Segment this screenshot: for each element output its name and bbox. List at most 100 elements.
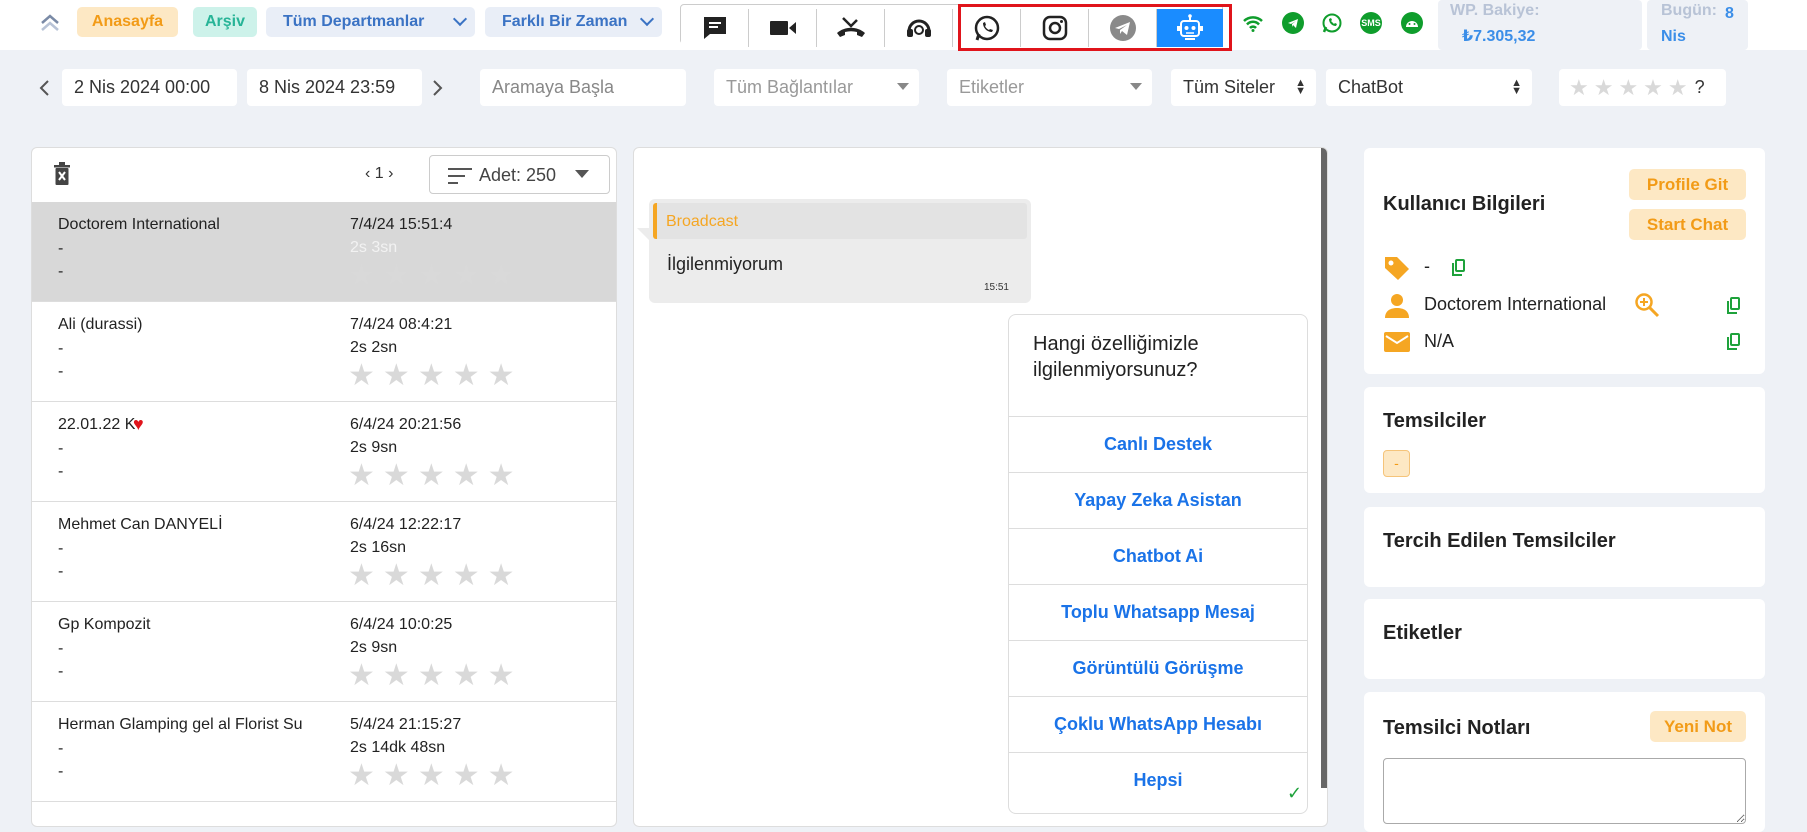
representative-badge: - <box>1383 450 1410 477</box>
star-icon[interactable]: ★ <box>383 561 410 591</box>
bot-option-button[interactable]: Çoklu WhatsApp Hesabı <box>1009 696 1307 752</box>
contact-detail: - <box>58 663 64 680</box>
whatsapp-status-icon <box>1321 12 1343 34</box>
delete-icon[interactable] <box>52 162 72 186</box>
conversation-time: 7/4/24 15:51:4 <box>350 216 453 233</box>
rating-stars[interactable]: ★ ★ ★ ★ ★ <box>348 761 515 791</box>
star-icon[interactable]: ★ <box>453 561 480 591</box>
star-icon[interactable]: ★ <box>418 361 445 391</box>
star-icon[interactable]: ★ <box>488 661 515 691</box>
call-channel-button[interactable] <box>817 9 885 47</box>
zoom-in-icon[interactable] <box>1634 292 1660 318</box>
rating-stars[interactable]: ★ ★ ★ ★ ★ <box>348 661 515 691</box>
preferred-reps-card: Tercih Edilen Temsilciler <box>1364 507 1765 587</box>
message-text: İlgilenmiyorum <box>667 254 784 274</box>
bot-option-button[interactable]: Hepsi <box>1009 752 1307 808</box>
star-icon[interactable]: ★ <box>453 661 480 691</box>
star-icon[interactable]: ★ <box>383 661 410 691</box>
video-channel-button[interactable] <box>749 9 817 47</box>
star-icon[interactable]: ★ <box>348 561 375 591</box>
rating-stars[interactable]: ★★★★★ <box>1569 75 1693 101</box>
profile-button[interactable]: Profile Git <box>1629 169 1746 200</box>
rating-stars[interactable]: ★ ★ ★ ★ ★ <box>348 361 515 391</box>
star-icon[interactable]: ★ <box>348 261 375 291</box>
star-icon[interactable]: ★ <box>488 461 515 491</box>
pagination[interactable]: ‹ 1 › <box>365 165 393 183</box>
tags-dropdown[interactable]: Etiketler <box>947 69 1152 106</box>
next-date-arrow-icon[interactable] <box>432 79 444 97</box>
star-icon[interactable]: ★ <box>418 461 445 491</box>
support-channel-button[interactable] <box>885 9 953 47</box>
home-button[interactable]: Anasayfa <box>77 7 178 37</box>
department-label: Tüm Departmanlar <box>283 13 425 30</box>
bot-select[interactable]: ChatBot ▲ ▼ <box>1326 69 1532 106</box>
list-item[interactable]: 22.01.22 K ♥ - - 6/4/24 20:21:56 2s 9sn ★ ★ ★ ★ ★ <box>32 402 616 502</box>
star-icon[interactable]: ★ <box>418 661 445 691</box>
connections-dropdown[interactable]: Tüm Bağlantılar <box>714 69 919 106</box>
star-icon[interactable]: ★ <box>383 261 410 291</box>
bot-option-button[interactable]: Toplu Whatsapp Mesaj <box>1009 584 1307 640</box>
star-icon[interactable]: ★ <box>453 261 480 291</box>
search-input[interactable]: Aramaya Başla <box>480 69 686 106</box>
bot-option-button[interactable]: Görüntülü Görüşme <box>1009 640 1307 696</box>
list-item[interactable]: Herman Glamping gel al Florist Su - - 5/4/2… <box>32 702 616 802</box>
star-icon[interactable]: ★ <box>348 361 375 391</box>
rating-stars[interactable]: ★ ★ ★ ★ ★ <box>348 561 515 591</box>
next-page-icon[interactable]: › <box>384 165 393 182</box>
prev-date-arrow-icon[interactable] <box>38 79 50 96</box>
time-range-dropdown[interactable]: Farklı Bir Zaman <box>485 7 662 37</box>
star-icon[interactable]: ★ <box>418 761 445 791</box>
star-icon[interactable]: ★ <box>383 461 410 491</box>
bot-label: ChatBot <box>1338 77 1404 97</box>
list-item[interactable]: Ali (durassi) - - 7/4/24 08:4:21 2s 2sn ★ ★ ★ ★ ★ <box>32 302 616 402</box>
start-date-input[interactable]: 2 Nis 2024 00:00 <box>62 69 237 106</box>
star-icon[interactable]: ★ <box>418 561 445 591</box>
bot-option-button[interactable]: Yapay Zeka Asistan <box>1009 472 1307 528</box>
contact-detail: - <box>58 763 64 780</box>
count-label: Adet: 250 <box>479 165 557 185</box>
bot-option-button[interactable]: Canlı Destek <box>1009 416 1307 472</box>
message-time: 15:51 <box>983 282 1009 293</box>
star-icon[interactable]: ★ <box>488 361 515 391</box>
department-dropdown[interactable]: Tüm Departmanlar <box>266 7 475 37</box>
count-dropdown[interactable]: Adet: 250 <box>429 155 610 194</box>
email-value: N/A <box>1424 331 1455 351</box>
new-note-button[interactable]: Yeni Not <box>1650 711 1746 742</box>
star-icon[interactable]: ★ <box>418 261 445 291</box>
copy-icon[interactable] <box>1727 297 1740 314</box>
bot-option-button[interactable]: Chatbot Ai <box>1009 528 1307 584</box>
copy-icon[interactable] <box>1727 333 1740 350</box>
copy-icon[interactable] <box>1452 259 1465 276</box>
star-icon[interactable]: ★ <box>348 761 375 791</box>
chat-scrollbar[interactable] <box>1321 148 1327 788</box>
star-icon[interactable]: ★ <box>348 461 375 491</box>
end-date-input[interactable]: 8 Nis 2024 23:59 <box>247 69 422 106</box>
star-icon[interactable]: ★ <box>348 661 375 691</box>
prev-page-icon[interactable]: ‹ <box>365 165 375 182</box>
note-textarea[interactable] <box>1383 758 1746 824</box>
collapse-chevron-icon[interactable] <box>38 12 62 34</box>
star-icon[interactable]: ★ <box>488 761 515 791</box>
list-item[interactable]: Gp Kompozit - - 6/4/24 10:0:25 2s 9sn ★ ★ ★ ★ ★ <box>32 602 616 702</box>
list-item[interactable]: Mehmet Can DANYELİ - - 6/4/24 12:22:17 2s 16… <box>32 502 616 602</box>
today-value: 8 Nis <box>1661 5 1734 45</box>
star-icon[interactable]: ★ <box>488 261 515 291</box>
star-icon[interactable]: ★ <box>383 761 410 791</box>
conversation-duration: 2s 9sn <box>350 639 398 656</box>
list-item[interactable]: Doctorem International - - 7/4/24 15:51:4 2s… <box>32 202 616 302</box>
labels-title: Etiketler <box>1383 622 1462 644</box>
star-icon[interactable]: ★ <box>453 761 480 791</box>
rating-stars[interactable]: ★ ★ ★ ★ ★ <box>348 261 515 291</box>
star-icon[interactable]: ★ <box>488 561 515 591</box>
rating-stars[interactable]: ★ ★ ★ ★ ★ <box>348 461 515 491</box>
archive-button[interactable]: Arşiv <box>193 7 257 37</box>
rating-filter[interactable]: ★★★★★ ? <box>1559 69 1726 106</box>
star-icon[interactable]: ★ <box>383 361 410 391</box>
start-chat-button[interactable]: Start Chat <box>1629 209 1746 240</box>
star-icon[interactable]: ★ <box>453 461 480 491</box>
sort-lines-icon <box>448 168 472 184</box>
sites-select[interactable]: Tüm Siteler ▲ ▼ <box>1171 69 1316 106</box>
chat-channel-button[interactable] <box>681 9 749 47</box>
broadcast-tag: Broadcast <box>653 203 1027 239</box>
star-icon[interactable]: ★ <box>453 361 480 391</box>
